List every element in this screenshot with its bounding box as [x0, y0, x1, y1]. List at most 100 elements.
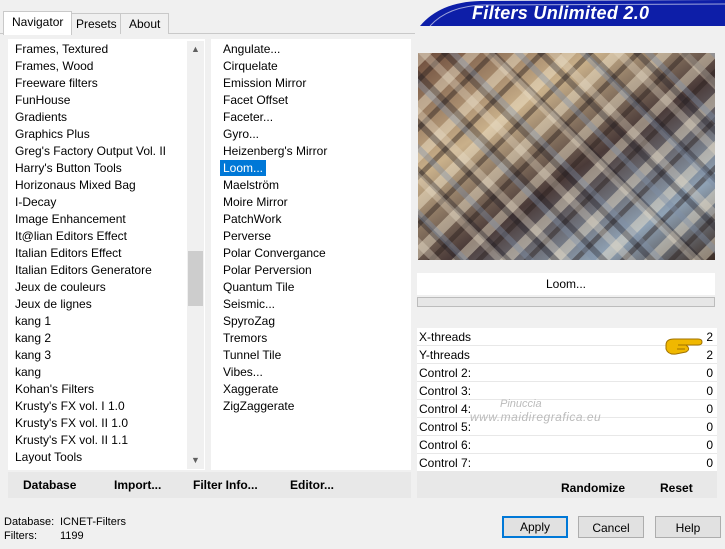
control-value[interactable]: 0 [706, 438, 713, 452]
filter-item-label: ZigZaggerate [223, 399, 295, 413]
category-item[interactable]: Horizonaus Mixed Bag [12, 177, 139, 194]
category-item[interactable]: Gradients [12, 109, 70, 126]
category-item-label: kang 1 [15, 314, 52, 328]
category-item[interactable]: It@lian Editors Effect [12, 228, 130, 245]
category-item-label: Frames, Wood [15, 59, 94, 73]
category-item-label: kang 2 [15, 331, 52, 345]
category-item[interactable]: Frames, Textured [12, 41, 111, 58]
scrollbar-thumb[interactable] [188, 251, 203, 306]
category-item[interactable]: Krusty's FX vol. I 1.0 [12, 398, 128, 415]
control-value[interactable]: 0 [706, 420, 713, 434]
filter-item[interactable]: Faceter... [220, 109, 276, 126]
filter-item[interactable]: Xaggerate [220, 381, 281, 398]
category-item[interactable]: kang 1 [12, 313, 54, 330]
filter-item[interactable]: Vibes... [220, 364, 266, 381]
category-item[interactable]: Graphics Plus [12, 126, 93, 143]
category-item-label: Horizonaus Mixed Bag [15, 178, 136, 192]
category-item[interactable]: FunHouse [12, 92, 73, 109]
category-item-label: Italian Editors Generatore [15, 263, 152, 277]
control-value[interactable]: 2 [706, 348, 713, 362]
category-item[interactable]: Kohan's Filters [12, 381, 97, 398]
category-item[interactable]: Greg's Factory Output Vol. II [12, 143, 169, 160]
category-item[interactable]: Jeux de couleurs [12, 279, 109, 296]
randomize-button[interactable]: Randomize [561, 481, 625, 495]
category-item-label: Krusty's FX vol. I 1.0 [15, 399, 125, 413]
category-item[interactable]: kang 3 [12, 347, 54, 364]
filter-item[interactable]: Polar Perversion [220, 262, 315, 279]
filter-item[interactable]: Tremors [220, 330, 270, 347]
filter-item[interactable]: Maelström [220, 177, 282, 194]
reset-button[interactable]: Reset [660, 481, 693, 495]
filter-item[interactable]: Emission Mirror [220, 75, 309, 92]
control-label: Y-threads [419, 348, 470, 362]
filter-item[interactable]: ZigZaggerate [220, 398, 297, 415]
filter-item[interactable]: Facet Offset [220, 92, 291, 109]
filter-item[interactable]: Polar Convergance [220, 245, 329, 262]
filter-item-label: PatchWork [223, 212, 282, 226]
category-item-label: Greg's Factory Output Vol. II [15, 144, 167, 158]
filter-item[interactable]: Tunnel Tile [220, 347, 284, 364]
import-button[interactable]: Import... [114, 478, 161, 492]
control-label: Control 6: [419, 438, 472, 452]
filter-item-label: Polar Convergance [223, 246, 326, 260]
filter-item-label: Vibes... [223, 365, 263, 379]
category-item-label: Gradients [15, 110, 68, 124]
filter-item[interactable]: PatchWork [220, 211, 284, 228]
category-item[interactable]: Harry's Button Tools [12, 160, 125, 177]
editor-button[interactable]: Editor... [290, 478, 334, 492]
category-list[interactable]: Frames, Textured Frames, Wood Freeware fil… [8, 39, 205, 470]
control-row[interactable]: Control 2: 0 [417, 364, 717, 382]
filter-item[interactable]: Seismic... [220, 296, 278, 313]
filter-item[interactable]: Cirquelate [220, 58, 281, 75]
category-item[interactable]: Italian Editors Generatore [12, 262, 155, 279]
category-item[interactable]: Freeware filters [12, 75, 101, 92]
filter-item-label: Quantum Tile [223, 280, 295, 294]
help-button[interactable]: Help [655, 516, 721, 538]
category-scrollbar[interactable]: ▲ ▼ [187, 41, 204, 469]
category-item[interactable]: Jeux de lignes [12, 296, 95, 313]
filter-item[interactable]: Heizenberg's Mirror [220, 143, 330, 160]
filter-item[interactable]: SpyroZag [220, 313, 278, 330]
category-item[interactable]: Krusty's FX vol. II 1.1 [12, 432, 131, 449]
current-filter-name: Loom... [417, 273, 715, 295]
category-item[interactable]: kang 2 [12, 330, 54, 347]
category-item[interactable]: Italian Editors Effect [12, 245, 125, 262]
filter-list[interactable]: Angulate... Cirquelate Emission Mirror Face… [211, 39, 411, 470]
category-item-label: kang 3 [15, 348, 52, 362]
apply-button[interactable]: Apply [502, 516, 568, 538]
control-value[interactable]: 0 [706, 402, 713, 416]
tab-navigator[interactable]: Navigator [3, 11, 73, 35]
category-item[interactable]: Layout Tools [12, 449, 85, 466]
category-item[interactable]: Frames, Wood [12, 58, 96, 75]
control-value[interactable]: 2 [706, 330, 713, 344]
cancel-button[interactable]: Cancel [578, 516, 644, 538]
control-label: Control 4: [419, 402, 472, 416]
control-row[interactable]: Control 7: 0 [417, 454, 717, 472]
tab-about[interactable]: About [120, 13, 170, 34]
filter-info-button[interactable]: Filter Info... [193, 478, 258, 492]
watermark: Pinuccia www.maidiregrafica.eu [470, 398, 602, 424]
scroll-down-icon[interactable]: ▼ [187, 452, 204, 469]
database-value: ICNET-Filters [60, 516, 126, 528]
control-value[interactable]: 0 [706, 366, 713, 380]
control-row[interactable]: Control 6: 0 [417, 436, 717, 454]
filter-item-label: Tunnel Tile [223, 348, 282, 362]
scroll-up-icon[interactable]: ▲ [187, 41, 204, 58]
filter-item[interactable]: Gyro... [220, 126, 262, 143]
control-value[interactable]: 0 [706, 384, 713, 398]
control-label: X-threads [419, 330, 472, 344]
filter-item[interactable]: Moire Mirror [220, 194, 291, 211]
filter-item[interactable]: Quantum Tile [220, 279, 297, 296]
filter-item[interactable]: Angulate... [220, 41, 283, 58]
control-value[interactable]: 0 [706, 456, 713, 470]
filter-item[interactable]: Loom... [220, 160, 267, 177]
category-item[interactable]: I-Decay [12, 194, 59, 211]
filter-item[interactable]: Perverse [220, 228, 274, 245]
category-item[interactable]: Krusty's FX vol. II 1.0 [12, 415, 131, 432]
tab-presets[interactable]: Presets [67, 13, 126, 34]
category-item-label: Layout Tools [15, 450, 83, 464]
database-button[interactable]: Database [23, 478, 76, 492]
category-item[interactable]: kang [12, 364, 44, 381]
filter-item-label: Maelström [223, 178, 280, 192]
category-item[interactable]: Image Enhancement [12, 211, 129, 228]
